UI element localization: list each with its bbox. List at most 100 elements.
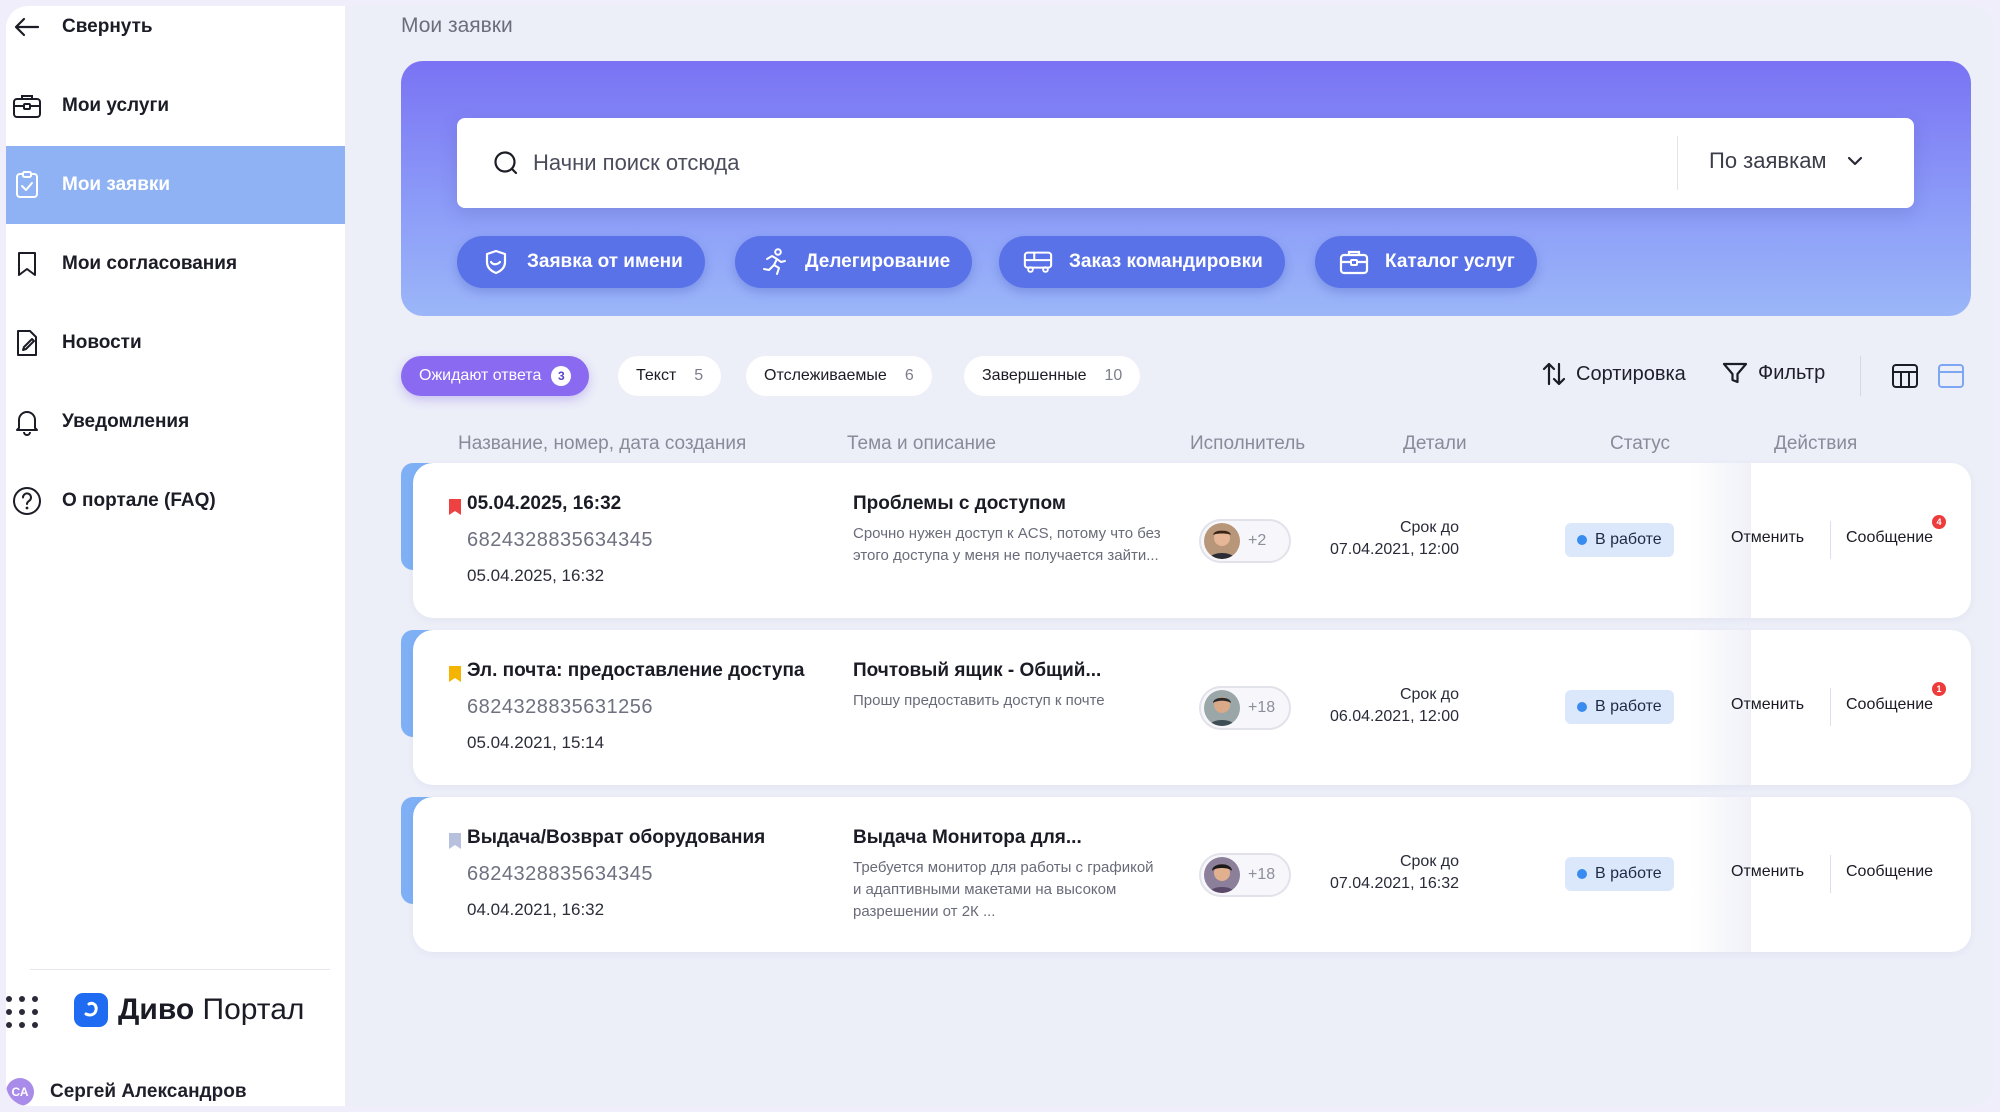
card-view-button[interactable] (1936, 361, 1966, 391)
search-scope-select[interactable]: По заявкам (1709, 148, 1863, 174)
status-label: В работе (1595, 531, 1662, 548)
clipboard-check-icon (10, 168, 44, 202)
assignee-group[interactable]: +2 (1199, 519, 1291, 563)
sort-label: Сортировка (1576, 362, 1686, 385)
message-button[interactable]: Сообщение (1846, 696, 1933, 714)
request-topic: Выдача Монитора для... (853, 827, 1082, 848)
sidebar-item-services[interactable]: Мои услуги (6, 67, 345, 145)
search-input[interactable] (533, 140, 1633, 186)
quick-action-label: Делегирование (805, 251, 951, 272)
message-button[interactable]: Сообщение (1846, 863, 1933, 881)
request-number: 6824328835631256 (467, 696, 653, 718)
due-label: Срок до (1399, 519, 1459, 536)
request-description: Прошу предоставить доступ к почте (853, 692, 1105, 709)
tab-text[interactable]: Текст 5 (618, 356, 722, 396)
request-topic: Почтовый ящик - Общий... (853, 660, 1102, 681)
avatar: СА (6, 1078, 34, 1106)
user-profile[interactable]: СА Сергей Александров (6, 1078, 247, 1106)
apps-grid-icon[interactable] (6, 996, 38, 1028)
bus-icon (1023, 247, 1053, 277)
table-row[interactable]: 05.04.2025, 16:32 6824328835634345 05.04… (401, 463, 1971, 618)
priority-flag-icon (449, 499, 461, 515)
column-header-actions: Действия (1774, 433, 1858, 454)
avatar (1204, 523, 1240, 559)
assignee-more-count: +18 (1248, 866, 1276, 883)
table-row[interactable]: Эл. почта: предоставление доступа 682432… (401, 630, 1971, 785)
table-view-button[interactable] (1890, 361, 1920, 391)
avatar (1204, 690, 1240, 726)
sidebar: Свернуть Мои услуги Мои заявки Мои согла… (6, 6, 345, 1106)
filter-icon (1722, 362, 1748, 384)
sort-icon (1542, 362, 1566, 386)
assignee-group[interactable]: +18 (1199, 686, 1291, 730)
search-icon (494, 151, 518, 175)
column-header-topic[interactable]: Тема и описание (847, 433, 996, 455)
assignee-more-count: +2 (1248, 532, 1267, 549)
sidebar-item-news[interactable]: Новости (6, 304, 345, 382)
status-label: В работе (1595, 865, 1662, 882)
due-details: Срок до 07.04.2021, 16:32 (1319, 851, 1459, 895)
tab-count-badge: 3 (551, 366, 572, 386)
due-date: 06.04.2021, 12:00 (1329, 708, 1459, 725)
sidebar-item-label: Мои услуги (62, 95, 170, 116)
bookmark-icon (10, 247, 44, 281)
due-details: Срок до 07.04.2021, 12:00 (1319, 517, 1459, 561)
quick-action-label: Каталог услуг (1385, 251, 1515, 272)
service-catalog-button[interactable]: Каталог услуг (1315, 236, 1537, 288)
cancel-button[interactable]: Отменить (1731, 696, 1804, 714)
search-hero: По заявкам Заявка от имени Делегирование… (401, 61, 1971, 316)
collapse-label: Свернуть (62, 16, 153, 37)
toolbar-divider (1860, 356, 1861, 396)
message-button[interactable]: Сообщение (1846, 529, 1933, 547)
business-trip-button[interactable]: Заказ командировки (999, 236, 1285, 288)
briefcase-icon (1339, 247, 1369, 277)
sidebar-item-label: О портале (FAQ) (62, 490, 216, 511)
bell-icon (10, 405, 44, 439)
column-header-assignee[interactable]: Исполнитель (1190, 433, 1305, 455)
filter-button[interactable]: Фильтр (1722, 361, 1825, 385)
tab-completed[interactable]: Завершенные 10 (964, 356, 1141, 396)
brand-logo: Диво Портал (74, 993, 304, 1027)
tab-tracked[interactable]: Отслеживаемые 6 (746, 356, 932, 396)
status-dot-icon (1577, 869, 1587, 879)
collapse-sidebar-button[interactable]: Свернуть (6, 6, 345, 66)
sidebar-item-notifications[interactable]: Уведомления (6, 383, 345, 461)
sidebar-item-approvals[interactable]: Мои согласования (6, 225, 345, 303)
column-header-status[interactable]: Статус (1610, 433, 1670, 455)
message-count-badge: 4 (1932, 515, 1946, 529)
page-title: Мои заявки (401, 14, 513, 37)
status-dot-icon (1577, 535, 1587, 545)
due-label: Срок до (1399, 853, 1459, 870)
avatar (1204, 857, 1240, 893)
delegation-button[interactable]: Делегирование (735, 236, 973, 288)
sidebar-item-faq[interactable]: О портале (FAQ) (6, 462, 345, 540)
assignee-group[interactable]: +18 (1199, 853, 1291, 897)
actions-divider (1830, 688, 1831, 726)
sidebar-item-label: Новости (62, 332, 142, 353)
question-icon (10, 484, 44, 518)
priority-flag-icon (449, 666, 461, 682)
sidebar-item-requests[interactable]: Мои заявки (6, 146, 345, 224)
sort-button[interactable]: Сортировка (1542, 361, 1686, 387)
request-date: 05.04.2025, 16:32 (467, 566, 605, 585)
table-row[interactable]: Выдача/Возврат оборудования 682432883563… (401, 797, 1971, 952)
cancel-button[interactable]: Отменить (1731, 529, 1804, 547)
chevron-down-icon (1847, 156, 1862, 166)
tab-count: 5 (694, 367, 704, 384)
request-title[interactable]: Эл. почта: предоставление доступа (467, 660, 804, 682)
request-title[interactable]: 05.04.2025, 16:32 (467, 493, 621, 515)
request-description: Требуется монитор для работы с графикой … (853, 859, 1154, 920)
request-title[interactable]: Выдача/Возврат оборудования (467, 827, 765, 849)
cancel-button[interactable]: Отменить (1731, 863, 1804, 881)
sidebar-item-label: Мои согласования (62, 253, 238, 274)
column-header-title[interactable]: Название, номер, дата создания (458, 433, 746, 455)
on-behalf-request-button[interactable]: Заявка от имени (457, 236, 705, 288)
column-header-details[interactable]: Детали (1403, 433, 1467, 455)
tab-awaiting-reply[interactable]: Ожидают ответа 3 (401, 356, 590, 396)
arrow-left-icon (10, 10, 44, 44)
tab-count: 10 (1104, 367, 1123, 384)
due-details: Срок до 06.04.2021, 12:00 (1319, 684, 1459, 728)
status-dot-icon (1577, 702, 1587, 712)
tab-label: Отслеживаемые (764, 367, 887, 384)
tab-label: Текст (636, 367, 677, 384)
